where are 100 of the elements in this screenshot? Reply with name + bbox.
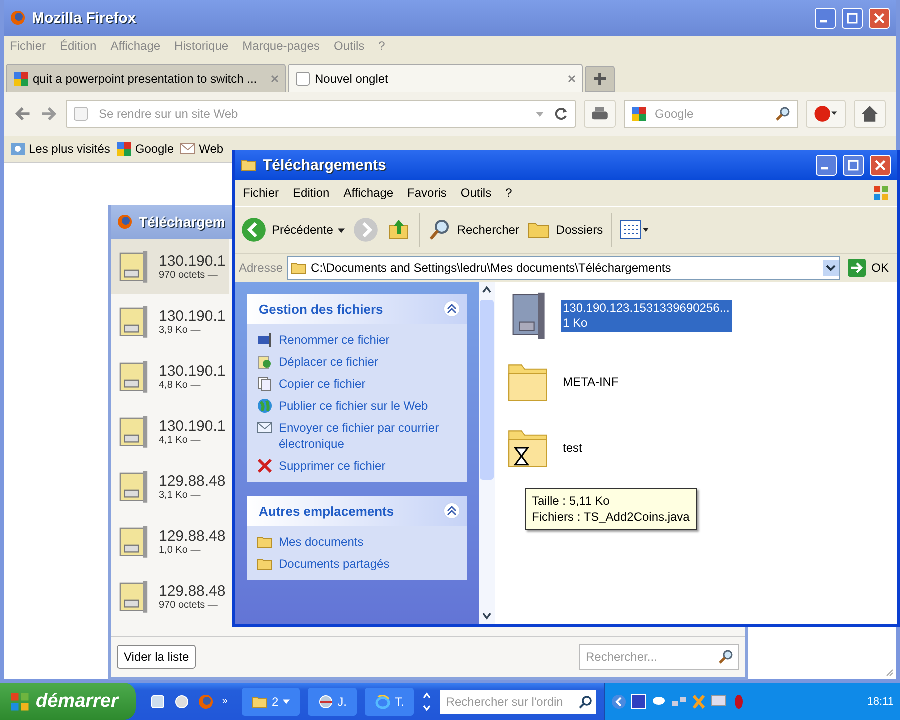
- panel-title: Autres emplacements: [259, 504, 394, 518]
- panel-title: Gestion des fichiers: [259, 302, 384, 316]
- print-button[interactable]: [584, 100, 616, 128]
- maximize-button[interactable]: [842, 8, 863, 28]
- chevron-left-icon[interactable]: [611, 694, 628, 710]
- task-link[interactable]: Mes documents: [279, 534, 364, 550]
- file-name[interactable]: test: [561, 440, 584, 456]
- address-field[interactable]: C:\Documents and Settings\ledru\Mes documents\Téléchargements: [287, 256, 840, 280]
- envelope-icon: [180, 141, 196, 157]
- search-field[interactable]: Google: [653, 106, 769, 122]
- search-field[interactable]: Rechercher sur l'ordin: [444, 694, 578, 710]
- stop-button[interactable]: [806, 100, 846, 128]
- home-button[interactable]: [854, 100, 886, 128]
- back-button[interactable]: Précédente: [241, 217, 346, 243]
- search-bar[interactable]: Rechercher...: [579, 644, 739, 670]
- maximize-button[interactable]: [843, 154, 864, 176]
- download-item[interactable]: 130.190.1 4,1 Ko —: [111, 404, 229, 459]
- close-tab-icon[interactable]: [568, 74, 576, 82]
- resize-grip-icon[interactable]: [884, 667, 894, 677]
- scroll-up-icon[interactable]: [481, 284, 493, 296]
- file-name[interactable]: META-INF: [561, 374, 621, 390]
- start-button[interactable]: démarrer: [0, 683, 136, 720]
- search-icon[interactable]: [775, 106, 791, 122]
- dropdown-arrow-icon: [338, 226, 346, 234]
- task-link[interactable]: Supprimer ce fichier: [279, 458, 386, 474]
- search-field[interactable]: Rechercher...: [584, 649, 718, 665]
- magnifier-folder-icon: [10, 141, 26, 157]
- more-button[interactable]: »: [222, 696, 228, 707]
- move-file-icon: [257, 354, 273, 370]
- download-item[interactable]: 130.190.1 3,9 Ko —: [111, 294, 229, 349]
- url-field[interactable]: Se rendre sur un site Web: [97, 106, 527, 122]
- reload-icon[interactable]: [553, 106, 569, 122]
- minimize-button[interactable]: [816, 154, 837, 176]
- download-item[interactable]: 129.88.48 1,0 Ko —: [111, 514, 229, 569]
- close-button[interactable]: [869, 8, 890, 28]
- menu-item[interactable]: Edition: [293, 186, 330, 200]
- close-icon: [875, 160, 886, 170]
- minimize-icon: [820, 20, 826, 23]
- tooltip: Taille : 5,11 Ko Fichiers : TS_Add2Coins.java: [525, 488, 697, 530]
- dropdown-arrow-icon: [282, 698, 290, 705]
- envelope-icon: [257, 420, 273, 436]
- taskbar-button[interactable]: 2: [242, 688, 300, 716]
- taskbar-button[interactable]: J.: [308, 688, 357, 716]
- monitor-icon[interactable]: [711, 694, 728, 710]
- task-link[interactable]: Documents partagés: [279, 556, 390, 572]
- forward-arrow-icon[interactable]: [40, 105, 58, 123]
- taskbar-button[interactable]: T.: [364, 688, 414, 716]
- firefox-logo-icon: [10, 10, 26, 26]
- maximize-icon: [848, 160, 859, 170]
- bookmark-item[interactable]: Google: [116, 141, 174, 157]
- bookmark-item[interactable]: Les plus visités: [10, 141, 110, 157]
- task-link[interactable]: Renommer ce fichier: [279, 332, 390, 348]
- browser-tab[interactable]: quit a powerpoint presentation to switch ...: [6, 64, 286, 92]
- search-icon[interactable]: [578, 694, 594, 710]
- download-item[interactable]: 130.190.1 4,8 Ko —: [111, 349, 229, 404]
- collapse-chevron-icon[interactable]: [443, 300, 461, 318]
- download-item[interactable]: 129.88.48 970 octets —: [111, 569, 229, 624]
- views-button[interactable]: [620, 220, 650, 240]
- menu-item[interactable]: ?: [506, 186, 512, 200]
- scroll-down-icon[interactable]: [481, 610, 493, 622]
- task-link[interactable]: Envoyer ce fichier par courrier électronique: [279, 420, 457, 452]
- close-icon: [874, 12, 885, 24]
- folders-button[interactable]: Dossiers: [527, 218, 604, 242]
- file-name[interactable]: 130.190.123.1531339690256... 1 Ko: [561, 300, 732, 332]
- new-tab-button[interactable]: [585, 66, 615, 92]
- search-icon[interactable]: [718, 649, 734, 665]
- maximize-icon: [847, 12, 858, 24]
- vertical-scrollbar[interactable]: [479, 282, 495, 624]
- download-item[interactable]: 130.190.1 970 octets —: [111, 239, 229, 294]
- task-link[interactable]: Copier ce fichier: [279, 376, 366, 392]
- close-button[interactable]: [870, 154, 891, 176]
- download-item[interactable]: 129.88.48 3,1 Ko —: [111, 459, 229, 514]
- task-link[interactable]: Publier ce fichier sur le Web: [279, 398, 428, 414]
- menu-item[interactable]: Affichage: [344, 186, 394, 200]
- search-bar[interactable]: Rechercher sur l'ordin: [440, 690, 596, 714]
- up-folder-button[interactable]: [387, 218, 412, 242]
- menu-item[interactable]: Fichier: [243, 186, 280, 200]
- minimize-button[interactable]: [815, 8, 836, 28]
- task-link[interactable]: Déplacer ce fichier: [279, 354, 378, 370]
- window-title: Téléchargements: [263, 156, 386, 174]
- menu-item[interactable]: Favoris: [408, 186, 447, 200]
- windows-flag-icon: [873, 185, 889, 201]
- search-bar[interactable]: Google: [624, 100, 798, 128]
- copy-file-icon: [257, 376, 273, 392]
- menu-item[interactable]: Outils: [460, 186, 492, 200]
- window-title: Téléchargem: [139, 214, 226, 230]
- collapse-chevron-icon[interactable]: [443, 502, 461, 520]
- search-button[interactable]: Rechercher: [428, 218, 520, 242]
- plus-icon: [594, 73, 606, 85]
- window-title: Mozilla Firefox: [32, 10, 136, 26]
- back-arrow-icon[interactable]: [14, 105, 32, 123]
- address-label: Adresse: [239, 261, 284, 275]
- url-bar[interactable]: Se rendre sur un site Web: [66, 100, 576, 128]
- windows-flag-icon: [10, 692, 30, 712]
- bookmark-item[interactable]: Web: [180, 141, 224, 157]
- clear-list-button[interactable]: Vider la liste: [117, 645, 196, 669]
- view-grid-icon: [620, 220, 650, 240]
- go-button[interactable]: OK: [844, 259, 893, 277]
- stop-sign-icon: [813, 105, 839, 123]
- browser-tab[interactable]: Nouvel onglet: [288, 64, 583, 92]
